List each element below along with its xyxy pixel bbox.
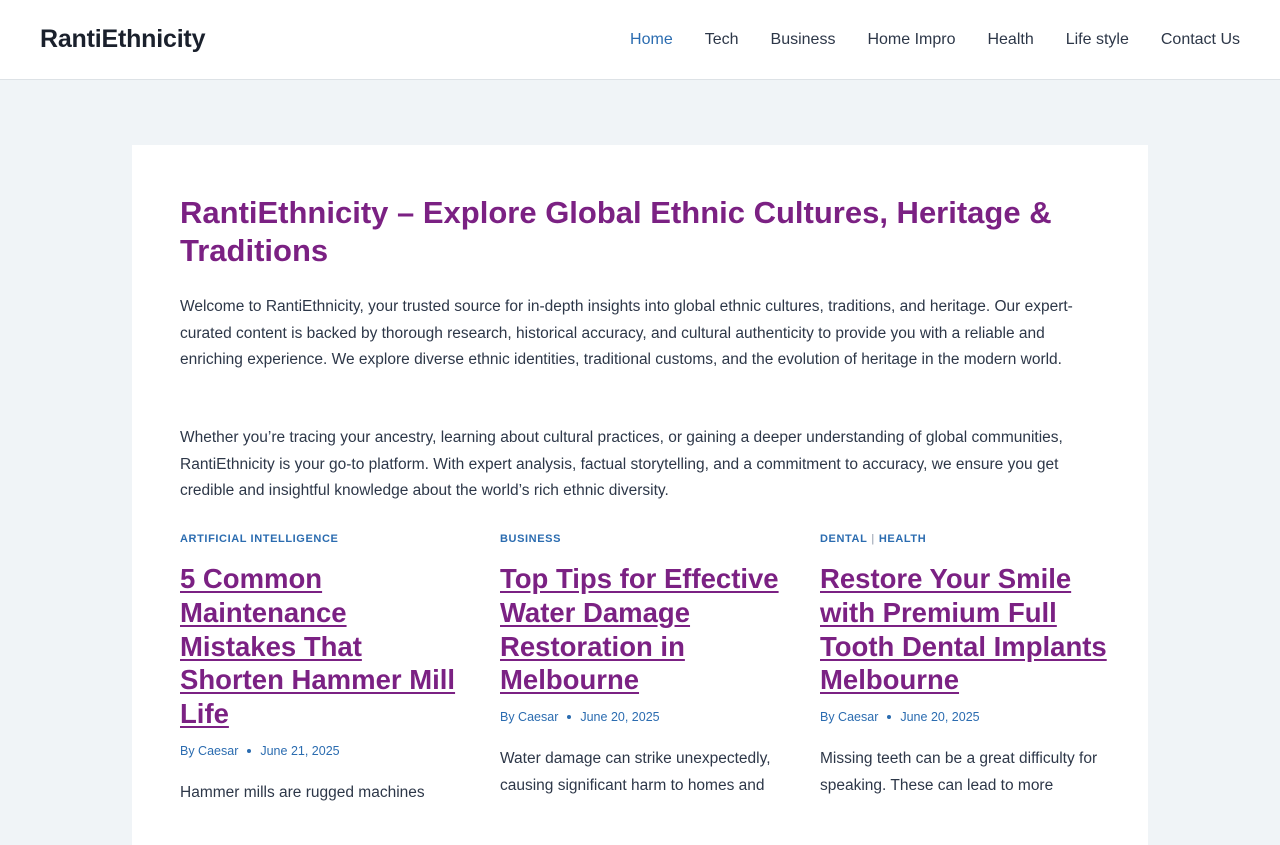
nav-item-home-impro[interactable]: Home Impro [867,31,955,49]
post-date[interactable]: June 21, 2025 [260,744,339,758]
nav-item-business[interactable]: Business [771,31,836,49]
nav-item-contact-us[interactable]: Contact Us [1161,31,1240,49]
nav-item-tech[interactable]: Tech [705,31,739,49]
post-title-link[interactable]: 5 Common Maintenance Mistakes That Short… [180,562,470,731]
post-categories: BUSINESS [500,530,790,548]
category-link[interactable]: DENTAL [820,533,867,545]
post-date[interactable]: June 20, 2025 [900,710,979,724]
meta-separator-dot [247,748,252,753]
post-categories: ARTIFICIAL INTELLIGENCE [180,530,470,548]
nav-item-home[interactable]: Home [630,31,673,49]
post-date[interactable]: June 20, 2025 [580,710,659,724]
post-author[interactable]: By Caesar [500,710,558,724]
page-title: RantiEthnicity – Explore Global Ethnic C… [180,195,1052,268]
category-link[interactable]: ARTIFICIAL INTELLIGENCE [180,533,338,545]
post-title-link[interactable]: Top Tips for Effective Water Damage Rest… [500,562,790,697]
category-link[interactable]: HEALTH [879,533,926,545]
post-categories: DENTAL | HEALTH [820,530,1110,548]
post-excerpt: Missing teeth can be a great difficulty … [820,750,1098,794]
main-nav: Home Tech Business Home Impro Health Lif… [598,0,1240,80]
post-meta: By Caesar June 20, 2025 [820,710,1110,724]
nav-item-life-style[interactable]: Life style [1066,31,1129,49]
category-separator: | [871,533,875,545]
post-meta: By Caesar June 20, 2025 [500,710,790,724]
post-card: BUSINESS Top Tips for Effective Water Da… [500,530,790,799]
intro-paragraph-2: Whether you’re tracing your ancestry, le… [180,429,1063,499]
meta-separator-dot [567,715,572,720]
post-author[interactable]: By Caesar [180,744,238,758]
post-excerpt: Water damage can strike unexpectedly, ca… [500,750,771,794]
post-author[interactable]: By Caesar [820,710,878,724]
site-header: RantiEthnicity Home Tech Business Home I… [0,0,1280,80]
meta-separator-dot [887,715,892,720]
post-card: ARTIFICIAL INTELLIGENCE 5 Common Mainten… [180,530,470,806]
post-excerpt: Hammer mills are rugged machines [180,783,425,801]
intro-paragraph: Welcome to RantiEthnicity, your trusted … [180,298,1073,368]
category-link[interactable]: BUSINESS [500,533,561,545]
nav-item-health[interactable]: Health [987,31,1033,49]
post-card: DENTAL | HEALTH Restore Your Smile with Pr… [820,530,1110,799]
post-title-link[interactable]: Restore Your Smile with Premium Full Too… [820,562,1110,697]
site-logo[interactable]: RantiEthnicity [40,25,205,54]
post-meta: By Caesar June 21, 2025 [180,744,470,758]
